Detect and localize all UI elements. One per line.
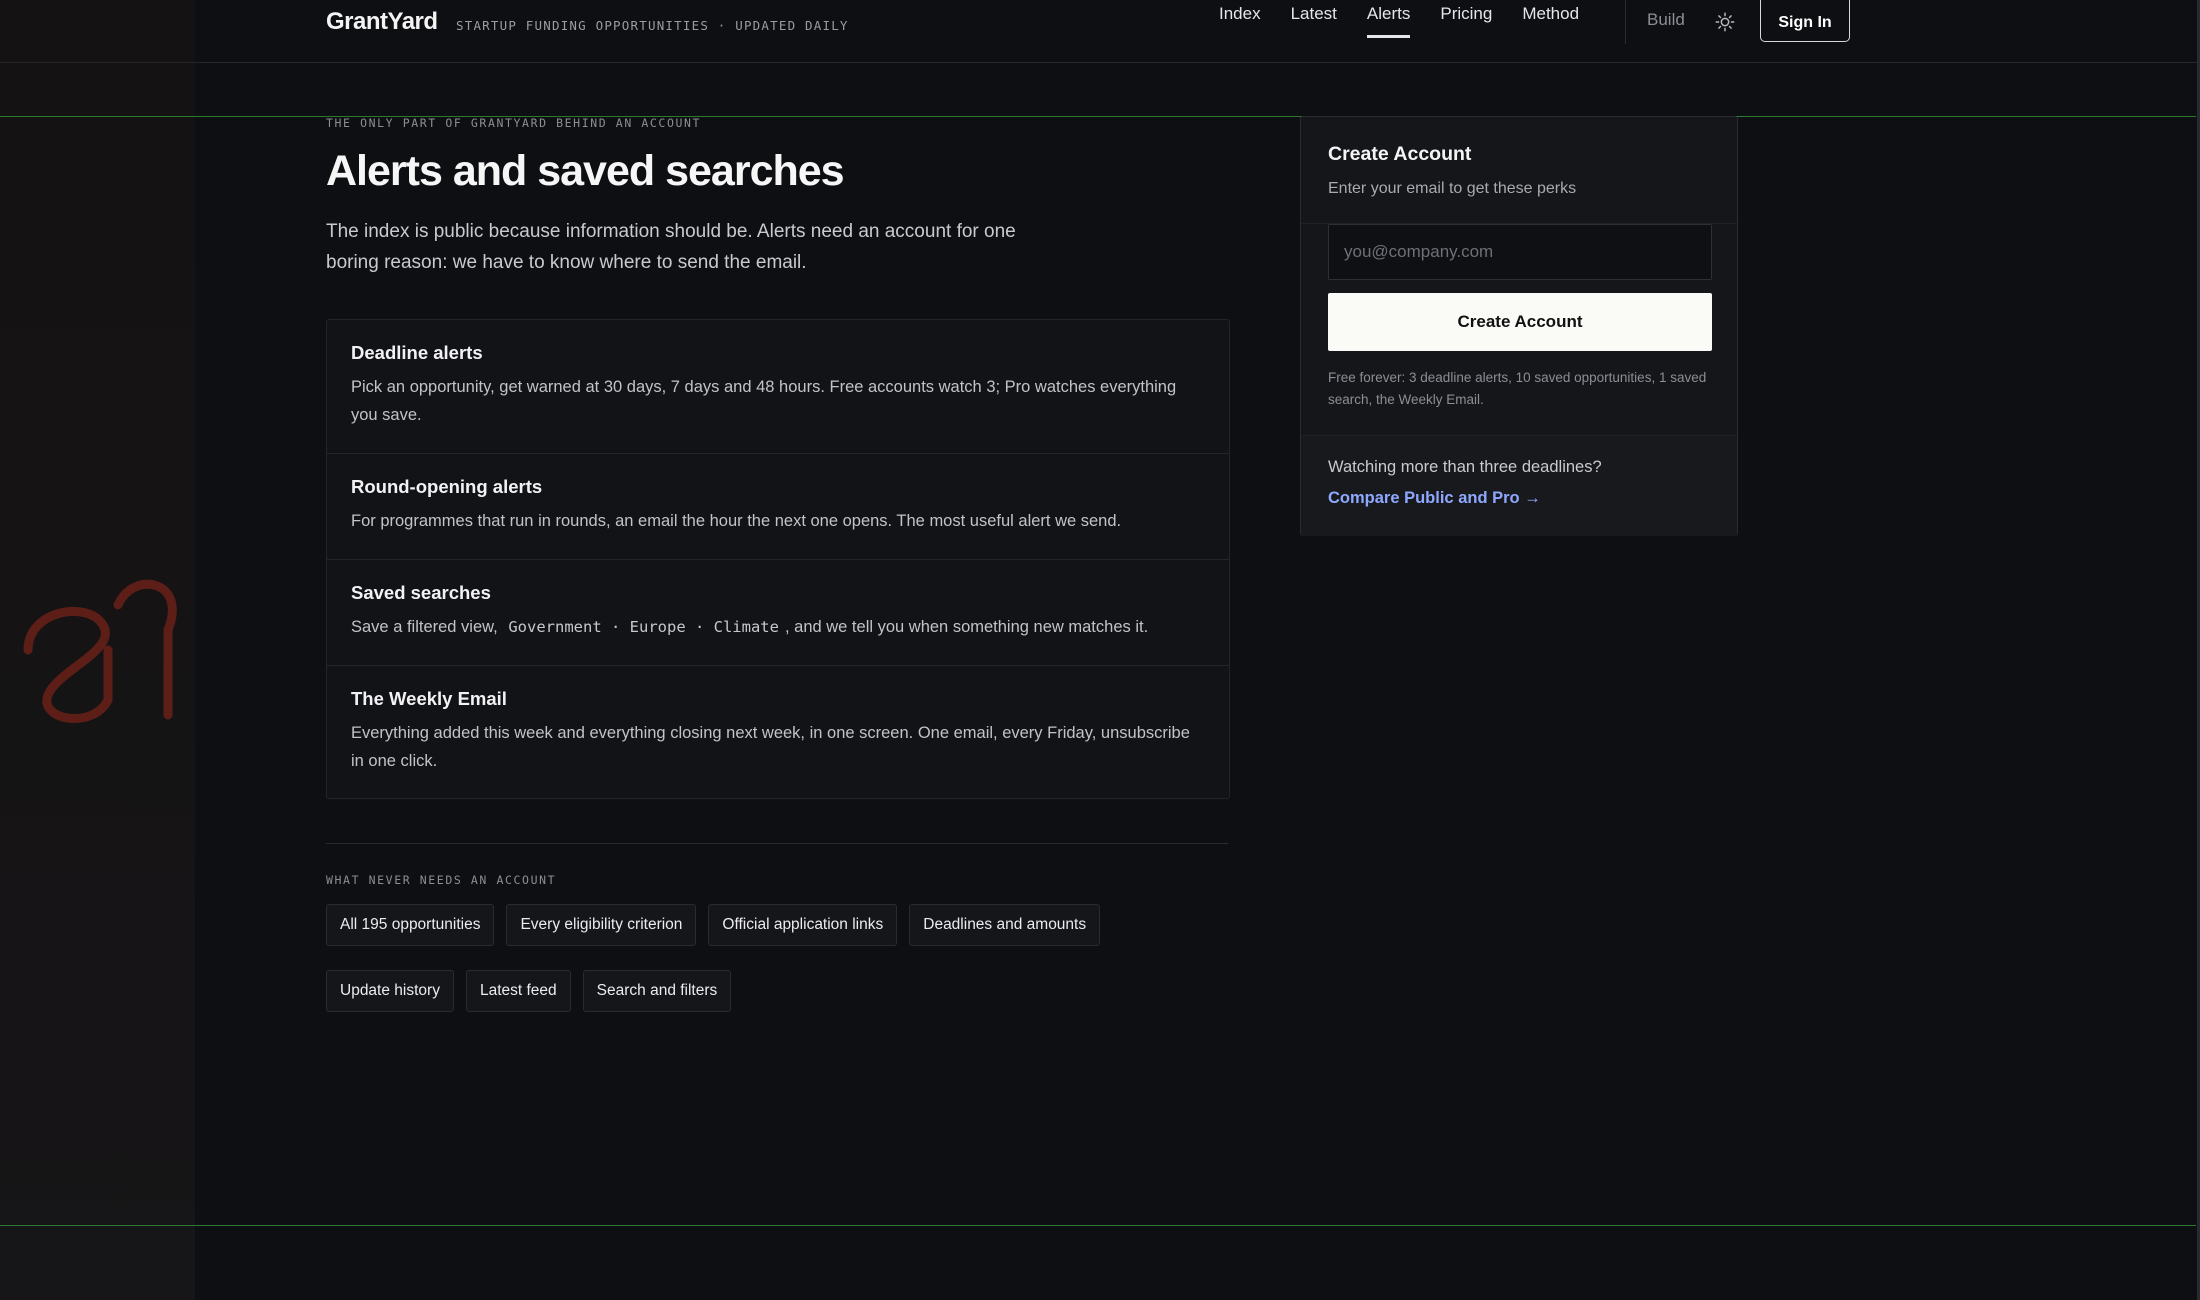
main-nav: Index Latest Alerts Pricing Method (1219, 2, 1579, 38)
free-tier-note: Free forever: 3 deadline alerts, 10 save… (1328, 370, 1707, 407)
feature-saved-searches: Saved searches Save a filtered view, Gov… (327, 560, 1229, 666)
nav-item-index[interactable]: Index (1219, 2, 1261, 38)
feature-body: Save a filtered view, Government · Europ… (351, 613, 1205, 641)
feature-deadline-alerts: Deadline alerts Pick an opportunity, get… (327, 320, 1229, 454)
features-list: Deadline alerts Pick an opportunity, get… (326, 319, 1230, 799)
chip-update-history[interactable]: Update history (326, 970, 454, 1012)
guide-line-bottom (0, 1225, 2196, 1226)
chip-deadlines-amounts[interactable]: Deadlines and amounts (909, 904, 1101, 946)
feature-body: Pick an opportunity, get warned at 30 da… (351, 378, 1177, 424)
compare-plans-link[interactable]: Compare Public and Pro → (1328, 489, 1541, 508)
site-header: GrantYard STARTUP FUNDING OPPORTUNITIES … (0, 0, 2197, 63)
nav-item-pricing[interactable]: Pricing (1440, 2, 1492, 38)
create-account-panel: Create Account Enter your email to get t… (1300, 116, 1738, 536)
feature-weekly-email: The Weekly Email Everything added this w… (327, 666, 1229, 798)
sun-icon[interactable] (1714, 11, 1736, 33)
page: GrantYard STARTUP FUNDING OPPORTUNITIES … (0, 0, 2200, 1300)
section-divider (326, 843, 1228, 844)
chip-all-opportunities[interactable]: All 195 opportunities (326, 904, 495, 946)
feature-title: Round-opening alerts (351, 476, 543, 497)
no-account-label: WHAT NEVER NEEDS AN ACCOUNT (326, 873, 557, 887)
nav-item-method[interactable]: Method (1522, 2, 1579, 38)
chip-eligibility[interactable]: Every eligibility criterion (506, 904, 697, 946)
brand-logo[interactable]: GrantYard (326, 8, 438, 36)
page-eyebrow: THE ONLY PART OF GRANTYARD BEHIND AN ACC… (326, 116, 702, 130)
filter-example-code: Government · Europe · Climate (508, 618, 779, 636)
feature-body: Everything added this week and everythin… (351, 724, 1190, 770)
chip-search-filters[interactable]: Search and filters (582, 970, 732, 1012)
left-decorative-strip (0, 0, 195, 1300)
email-input[interactable] (1328, 224, 1712, 280)
nav-item-latest[interactable]: Latest (1291, 2, 1337, 38)
feature-body-text: Save a filtered view, (351, 618, 498, 636)
create-account-button[interactable]: Create Account (1328, 293, 1712, 351)
chip-latest-feed[interactable]: Latest feed (465, 970, 571, 1012)
feature-title: Saved searches (351, 582, 491, 603)
brand-glyph-icon (23, 579, 177, 723)
feature-title: Deadline alerts (351, 342, 483, 363)
nav-divider (1625, 0, 1626, 44)
panel-footer: Watching more than three deadlines? Comp… (1301, 435, 1737, 536)
feature-round-opening-alerts: Round-opening alerts For programmes that… (327, 454, 1229, 560)
panel-subtitle: Enter your email to get these perks (1328, 180, 1577, 197)
feature-title: The Weekly Email (351, 688, 507, 709)
page-intro: The index is public because information … (326, 221, 1016, 273)
panel-title: Create Account (1328, 143, 1472, 165)
feature-body-text: , and we tell you when something new mat… (784, 618, 1149, 636)
public-features-chips: All 195 opportunities Every eligibility … (326, 904, 1246, 1012)
build-link[interactable]: Build (1647, 10, 1685, 30)
page-title: Alerts and saved searches (326, 147, 845, 195)
sign-in-button[interactable]: Sign In (1760, 0, 1850, 42)
nav-item-alerts[interactable]: Alerts (1366, 2, 1411, 38)
brand-tagline: STARTUP FUNDING OPPORTUNITIES · UPDATED … (456, 18, 849, 33)
chip-application-links[interactable]: Official application links (708, 904, 898, 946)
upgrade-question: Watching more than three deadlines? (1328, 458, 1602, 476)
feature-body: For programmes that run in rounds, an em… (351, 512, 1122, 530)
